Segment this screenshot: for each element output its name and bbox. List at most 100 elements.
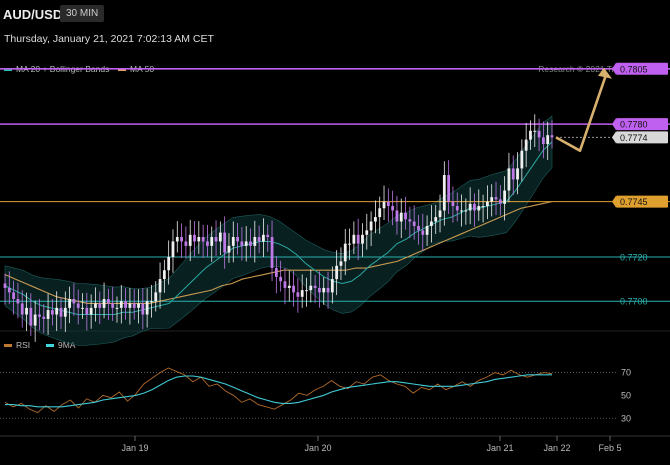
candle-body [206, 241, 209, 246]
candle-body [94, 303, 97, 308]
candle-body [507, 168, 511, 191]
candle-body [481, 206, 485, 208]
candle-body [29, 307, 33, 326]
candle-body [421, 230, 425, 235]
candle-body [55, 307, 59, 315]
candle-body [184, 241, 188, 246]
candle-body [408, 219, 412, 222]
candle-body [498, 199, 502, 204]
candle-body [417, 225, 420, 231]
candle-body [231, 237, 235, 246]
candle-body [270, 237, 274, 269]
candle-body [516, 168, 519, 180]
candle-body [313, 285, 317, 288]
candle-body [210, 237, 214, 246]
level-tag-arrow-0.7774 [612, 131, 616, 144]
candle-body [197, 237, 201, 242]
candle-body [434, 217, 438, 222]
candle-body [89, 307, 93, 315]
rsi-tick-70: 70 [621, 368, 631, 378]
candle-body [399, 212, 403, 222]
candle-body [374, 217, 377, 222]
candle-body [158, 279, 162, 293]
candle-body [541, 137, 545, 145]
level-label-0.7805: 0.7805 [620, 64, 648, 74]
candle-body [533, 130, 537, 132]
candle-body [63, 307, 67, 317]
candle-body [356, 234, 360, 244]
candle-body [72, 299, 76, 304]
candle-body [550, 135, 554, 138]
candle-body [253, 237, 257, 246]
candle-body [343, 243, 347, 262]
candle-body [154, 292, 158, 302]
candle-body [257, 237, 261, 242]
x-tick-label: Jan 21 [486, 443, 513, 453]
candle-body [59, 307, 63, 317]
candle-body [309, 285, 313, 291]
candle-body [124, 301, 127, 308]
candle-body [287, 285, 291, 288]
candle-body [274, 268, 278, 277]
candle-body [119, 301, 123, 308]
candle-body [98, 303, 102, 308]
candle-body [283, 281, 287, 288]
candle-body [240, 241, 244, 246]
candle-body [365, 230, 369, 235]
candle-body [115, 307, 119, 309]
candle-body [223, 232, 227, 253]
candle-body [447, 175, 451, 202]
level-label-0.7745: 0.7745 [620, 197, 648, 207]
candle-body [214, 237, 218, 242]
candle-body [193, 234, 196, 242]
candle-body [511, 168, 515, 180]
projection-arrow [555, 74, 608, 152]
candle-body [503, 190, 507, 204]
candle-body [85, 307, 89, 315]
candle-body [412, 221, 416, 226]
candle-body [175, 237, 179, 242]
candle-body [537, 130, 541, 138]
level-label-0.7780: 0.7780 [620, 120, 648, 130]
candle-body [460, 210, 463, 212]
candle-body [137, 303, 140, 308]
candle-body [330, 279, 334, 293]
candle-body [318, 287, 321, 293]
level-tag-arrow-0.7780 [612, 118, 616, 131]
candle-body [404, 212, 407, 220]
candle-body [201, 237, 205, 242]
x-tick-label: Jan 19 [121, 443, 148, 453]
candle-body [102, 299, 106, 308]
x-tick-label: Jan 20 [304, 443, 331, 453]
candle-body [16, 299, 20, 304]
candle-body [236, 237, 239, 242]
candle-body [218, 232, 222, 242]
candle-body [546, 135, 550, 145]
candle-body [451, 201, 455, 207]
candle-body [249, 241, 252, 246]
rsi-9ma-line [5, 374, 552, 408]
candle-body [529, 130, 532, 140]
rsi-tick-30: 30 [621, 413, 631, 423]
candle-body [46, 310, 50, 319]
candle-body [25, 307, 28, 315]
candle-body [524, 139, 528, 151]
candle-body [7, 287, 11, 293]
candle-body [266, 234, 270, 238]
candle-body [279, 276, 283, 282]
candle-body [111, 303, 115, 308]
candle-body [386, 201, 390, 207]
price-chart-svg: 0.7805 0.7780 0.7774 0.7745 0.7720 0.7700 70 50… [0, 62, 670, 453]
candle-body [442, 175, 446, 211]
rsi-line [4, 367, 553, 414]
candle-body [352, 234, 356, 244]
candle-body [339, 261, 343, 266]
candle-body [326, 287, 330, 293]
candle-body [68, 299, 72, 308]
candle-body [305, 290, 308, 292]
candle-body [167, 256, 171, 271]
candle-body [188, 234, 192, 246]
candle-body [300, 290, 304, 297]
candle-body [348, 243, 351, 245]
candle-body [12, 292, 16, 300]
